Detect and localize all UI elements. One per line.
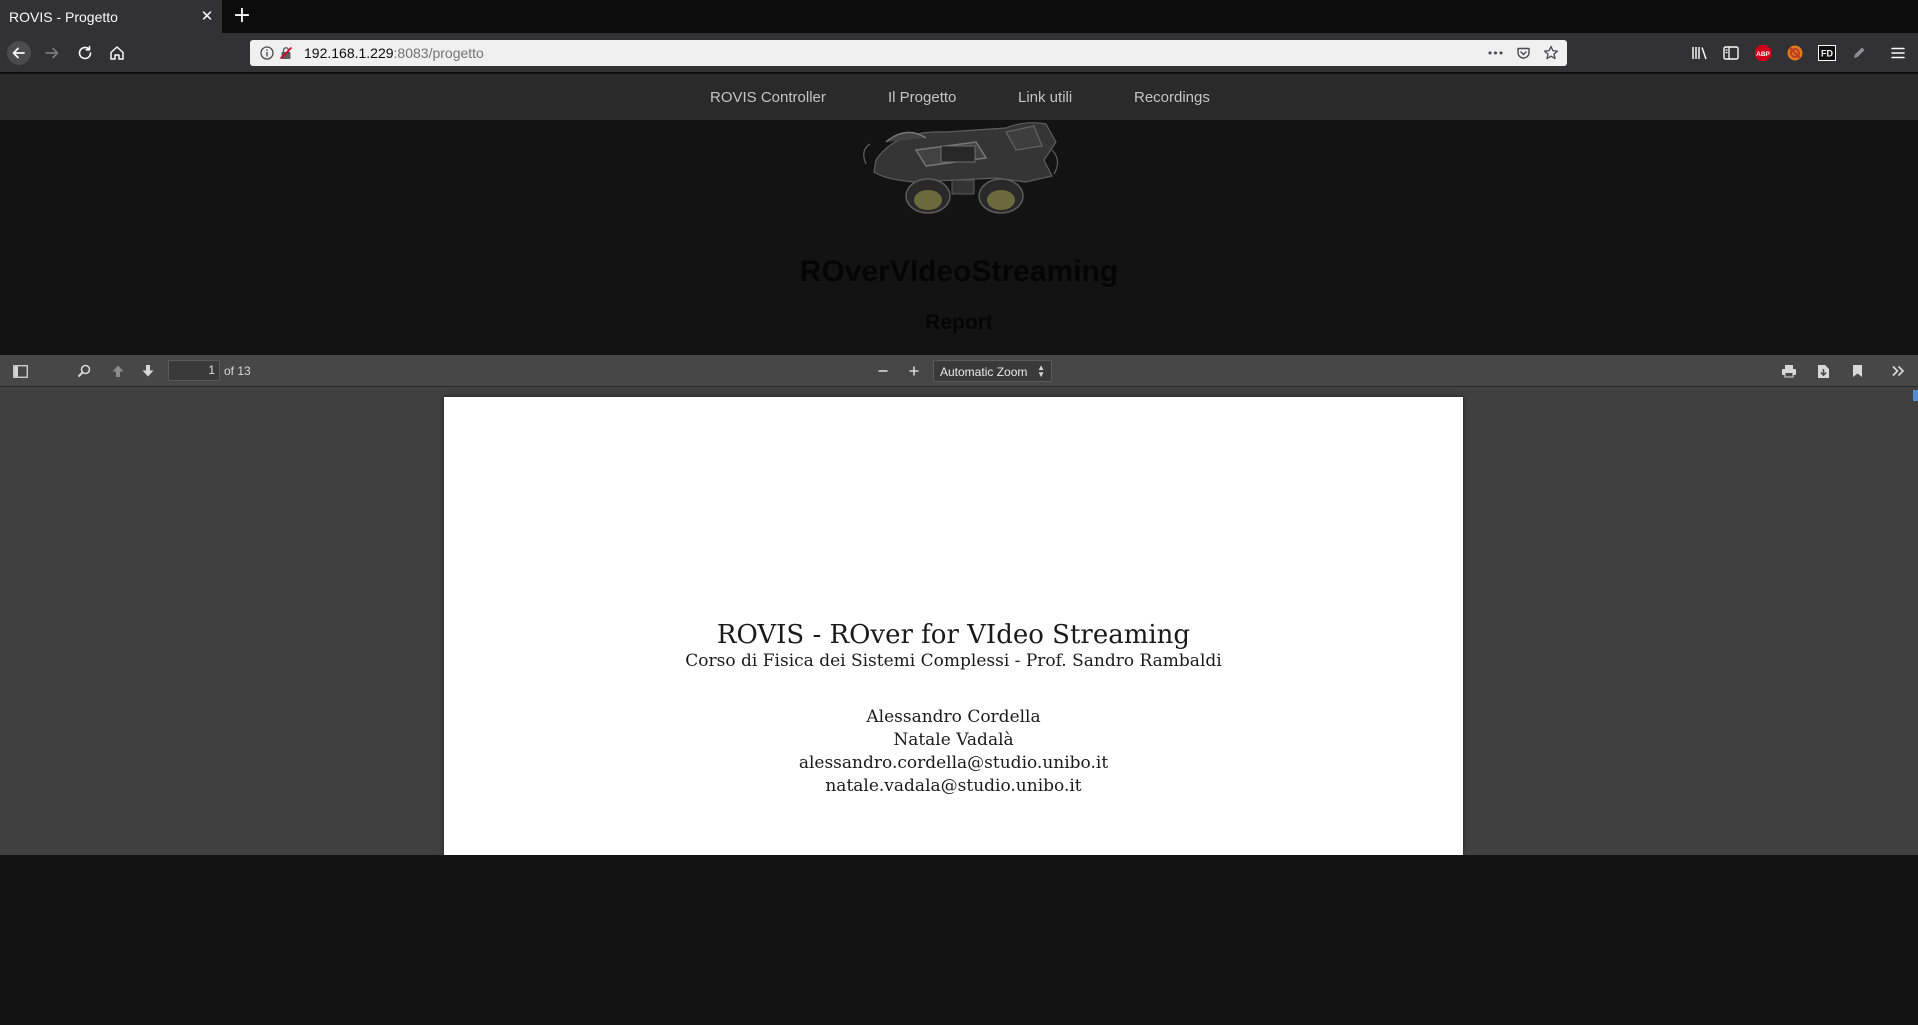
page-footer-area — [0, 855, 1918, 1025]
forward-button[interactable] — [39, 40, 65, 66]
pdf-course: Corso di Fisica dei Sistemi Complessi - … — [685, 651, 1222, 671]
navigation-toolbar: 192.168.1.229:8083/progetto ••• ABP FD — [0, 33, 1918, 73]
forward-arrow-icon — [45, 47, 59, 59]
tab-close-icon[interactable]: ✕ — [198, 7, 216, 25]
zoom-out-icon[interactable] — [872, 361, 894, 381]
reload-icon — [78, 45, 92, 60]
toggle-sidebar-icon[interactable] — [9, 361, 31, 381]
bookmark-view-icon[interactable] — [1846, 361, 1868, 381]
pdf-toolbar: 1 of 13 Automatic Zoom ▲ ▼ — [0, 355, 1918, 387]
page-header: ROverVIdeoStreaming Report — [0, 120, 1918, 355]
rover-logo-image — [863, 122, 1059, 214]
addon-circle-icon[interactable] — [1785, 43, 1805, 63]
url-host: 192.168.1.229 — [304, 45, 394, 61]
pdf-email-1: alessandro.cordella@studio.unibo.it — [798, 753, 1109, 773]
pdf-page: ROVIS - ROver for VIdeo Streaming Corso … — [444, 397, 1463, 855]
nav-link-il-progetto[interactable]: Il Progetto — [888, 89, 956, 106]
page-title: ROverVIdeoStreaming — [799, 255, 1119, 288]
nav-link-rovis-controller[interactable]: ROVIS Controller — [710, 89, 826, 106]
find-icon[interactable] — [73, 361, 95, 381]
pdf-author-1: Alessandro Cordella — [866, 707, 1041, 727]
tab-strip: ROVIS - Progetto ✕ + — [0, 0, 1918, 33]
previous-page-icon[interactable] — [107, 361, 129, 381]
bookmark-star-icon[interactable] — [1542, 44, 1560, 62]
active-tab[interactable]: ROVIS - Progetto ✕ — [0, 0, 222, 33]
adblock-plus-icon[interactable]: ABP — [1753, 43, 1773, 63]
site-navbar: ROVIS Controller Il Progetto Link utili … — [0, 74, 1918, 120]
url-path: :8083/progetto — [393, 45, 484, 61]
zoom-select-value: Automatic Zoom — [940, 365, 1028, 379]
pdf-email-2: natale.vadala@studio.unibo.it — [825, 776, 1082, 796]
site-info-icon[interactable] — [258, 44, 276, 62]
address-bar[interactable]: 192.168.1.229:8083/progetto ••• — [250, 40, 1567, 66]
pdf-author-2: Natale Vadalà — [893, 730, 1014, 750]
pencil-icon[interactable] — [1849, 43, 1869, 63]
pdf-viewer: 1 of 13 Automatic Zoom ▲ ▼ ROVIS - ROver … — [0, 355, 1918, 855]
select-arrows-icon: ▲ ▼ — [1037, 363, 1045, 379]
back-arrow-icon — [7, 41, 31, 65]
reload-button[interactable] — [72, 40, 98, 66]
pocket-icon[interactable] — [1514, 44, 1532, 62]
tools-chevron-icon[interactable] — [1887, 361, 1909, 381]
svg-text:FD: FD — [1821, 49, 1833, 59]
nav-link-recordings[interactable]: Recordings — [1134, 89, 1210, 106]
library-icon[interactable] — [1690, 43, 1710, 63]
page-count: of 13 — [224, 364, 251, 378]
next-page-icon[interactable] — [137, 361, 159, 381]
svg-text:ABP: ABP — [1756, 51, 1770, 58]
download-icon[interactable] — [1812, 361, 1834, 381]
scrollbar-thumb[interactable] — [1913, 390, 1918, 401]
url-text: 192.168.1.229:8083/progetto — [304, 45, 484, 61]
home-icon — [110, 46, 124, 60]
page-actions-icon[interactable]: ••• — [1486, 44, 1504, 62]
tab-title: ROVIS - Progetto — [9, 9, 118, 25]
sidebar-toggle-icon[interactable] — [1721, 43, 1741, 63]
zoom-in-icon[interactable] — [903, 361, 925, 381]
hamburger-menu-icon[interactable] — [1888, 43, 1908, 63]
insecure-lock-icon[interactable] — [277, 44, 295, 62]
page-number-input[interactable]: 1 — [168, 360, 220, 381]
new-tab-button[interactable]: + — [230, 4, 254, 28]
fd-extension-icon[interactable]: FD — [1817, 43, 1837, 63]
print-icon[interactable] — [1778, 361, 1800, 381]
pdf-title: ROVIS - ROver for VIdeo Streaming — [716, 620, 1191, 650]
zoom-select[interactable]: Automatic Zoom ▲ ▼ — [933, 360, 1052, 382]
back-button[interactable] — [6, 40, 32, 66]
home-button[interactable] — [104, 40, 130, 66]
nav-link-link-utili[interactable]: Link utili — [1018, 89, 1072, 106]
page-subtitle: Report — [925, 311, 993, 334]
